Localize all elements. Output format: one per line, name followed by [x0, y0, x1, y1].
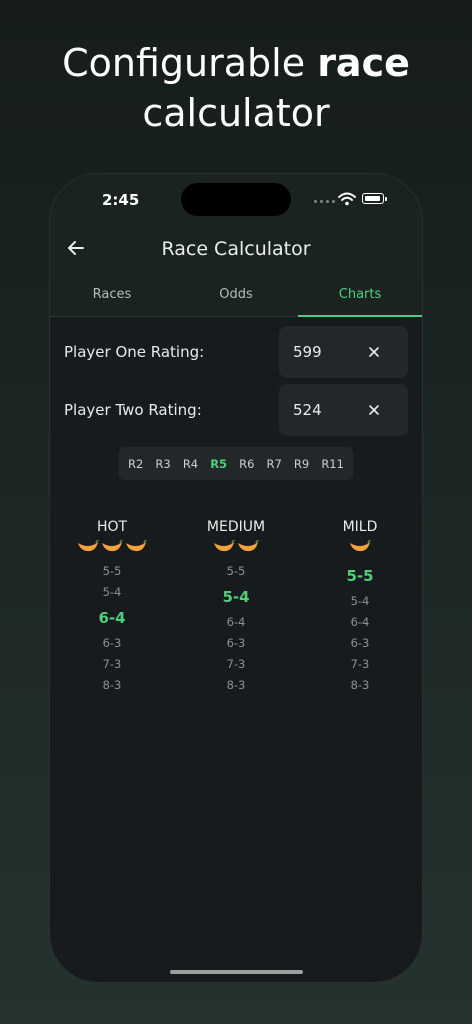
pepper-icon	[125, 539, 148, 557]
highlighted-score: 6-4	[98, 609, 126, 627]
mild-column: MILD 5-5 5-4 6-4 6-3 7-3 8-3	[298, 517, 422, 696]
player-one-rating-field[interactable]: 599	[279, 326, 408, 378]
headline-line2: calculator	[142, 91, 330, 135]
score-entry: 8-3	[226, 678, 246, 692]
player-two-rating-field[interactable]: 524	[279, 384, 408, 436]
score-entry: 5-5	[102, 564, 122, 578]
race-option-r7[interactable]: R7	[267, 457, 282, 471]
pepper-icon	[237, 539, 260, 557]
clear-icon[interactable]	[367, 403, 381, 417]
score-entry: 8-3	[102, 678, 122, 692]
score-entry: 5-4	[350, 594, 370, 608]
tab-odds[interactable]: Odds	[174, 282, 298, 316]
battery-icon	[362, 193, 387, 204]
home-indicator	[170, 970, 303, 974]
headline: Configurable race calculator	[0, 38, 472, 138]
score-entry: 6-4	[350, 615, 370, 629]
headline-bold: race	[317, 41, 410, 85]
column-title: MILD	[342, 519, 378, 535]
hot-column: HOT 5-5 5-4 6-4 6-3 7-3 8-3	[50, 517, 174, 696]
page-title: Race Calculator	[161, 238, 311, 260]
player-two-label: Player Two Rating:	[64, 401, 202, 419]
highlighted-score: 5-5	[346, 567, 374, 585]
race-option-r6[interactable]: R6	[239, 457, 254, 471]
dynamic-island	[181, 183, 291, 216]
score-entry: 5-4	[102, 585, 122, 599]
phone-frame: 2:45 Race Calculator Races Odds Charts P…	[50, 174, 422, 982]
race-option-r2[interactable]: R2	[128, 457, 143, 471]
medium-column: MEDIUM 5-5 5-4 6-4 6-3 7-3 8-3	[174, 517, 298, 696]
race-option-r11[interactable]: R11	[321, 457, 344, 471]
headline-regular: Configurable	[62, 41, 318, 85]
pepper-rating	[298, 539, 422, 557]
tab-charts[interactable]: Charts	[298, 282, 422, 317]
player-two-rating-value[interactable]: 524	[293, 384, 322, 436]
pepper-icon	[101, 539, 124, 557]
pepper-icon	[213, 539, 236, 557]
score-list: 5-5 5-4 6-4 6-3 7-3 8-3	[50, 561, 174, 696]
column-title: HOT	[96, 519, 128, 535]
race-option-r4[interactable]: R4	[183, 457, 198, 471]
score-entry: 6-4	[226, 615, 246, 629]
score-entry: 7-3	[350, 657, 370, 671]
race-option-r5[interactable]: R5	[210, 457, 227, 471]
score-entry: 6-3	[102, 636, 122, 650]
highlighted-score: 5-4	[222, 588, 250, 606]
signal-icon	[314, 200, 335, 203]
status-time: 2:45	[102, 191, 140, 209]
score-entry: 7-3	[226, 657, 246, 671]
pepper-rating	[174, 539, 298, 557]
column-title: MEDIUM	[206, 519, 266, 535]
score-entry: 6-3	[350, 636, 370, 650]
pepper-icon	[77, 539, 100, 557]
player-one-row: Player One Rating: 599	[64, 326, 408, 378]
score-entry: 6-3	[226, 636, 246, 650]
score-entry: 5-5	[226, 564, 246, 578]
tab-races[interactable]: Races	[50, 282, 174, 316]
player-one-label: Player One Rating:	[64, 343, 205, 361]
pepper-icon	[349, 539, 372, 557]
player-one-rating-value[interactable]: 599	[293, 326, 322, 378]
race-option-r3[interactable]: R3	[155, 457, 170, 471]
player-two-row: Player Two Rating: 524	[64, 384, 408, 436]
pepper-rating	[50, 539, 174, 557]
score-entry: 7-3	[102, 657, 122, 671]
race-length-selector: R2 R3 R4 R5 R6 R7 R9 R11	[119, 447, 353, 480]
score-list: 5-5 5-4 6-4 6-3 7-3 8-3	[298, 561, 422, 696]
clear-icon[interactable]	[367, 345, 381, 359]
score-entry: 8-3	[350, 678, 370, 692]
wifi-icon	[338, 192, 356, 206]
race-option-r9[interactable]: R9	[294, 457, 309, 471]
score-list: 5-5 5-4 6-4 6-3 7-3 8-3	[174, 561, 298, 696]
tab-bar: Races Odds Charts	[50, 282, 422, 317]
